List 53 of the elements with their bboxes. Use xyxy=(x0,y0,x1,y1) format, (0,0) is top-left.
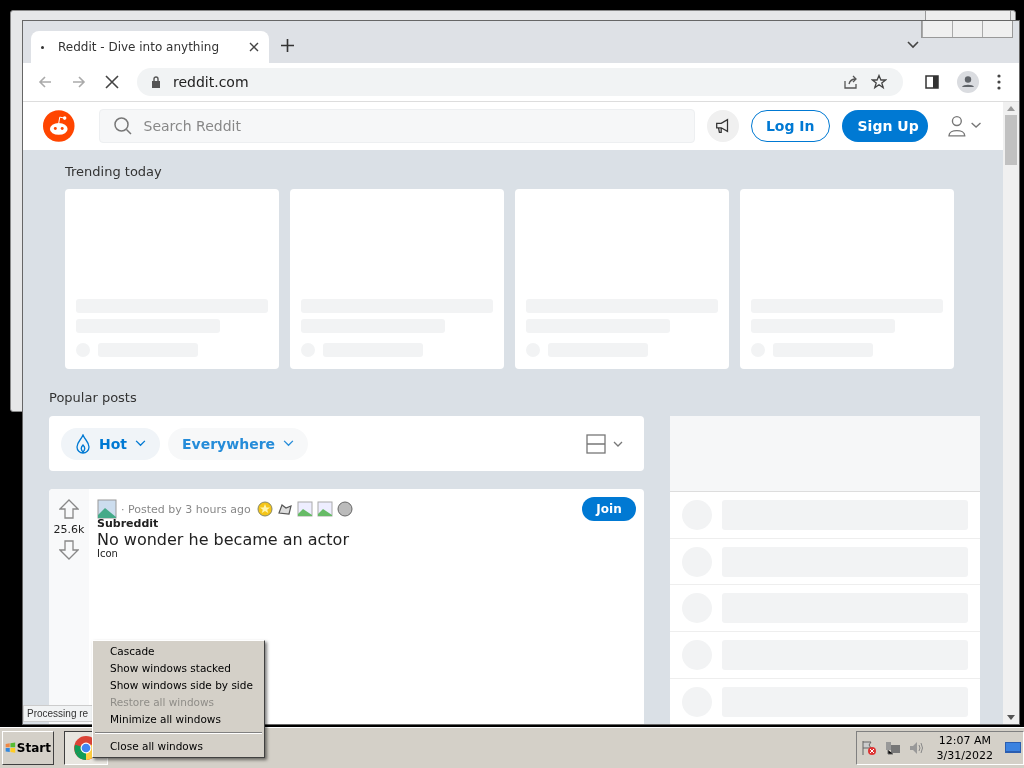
tab-search-icon[interactable] xyxy=(907,41,919,49)
profile-icon[interactable] xyxy=(957,71,979,93)
sort-button[interactable]: Hot xyxy=(61,427,161,460)
broken-image-icon xyxy=(97,499,117,519)
vote-count: 25.6k xyxy=(53,523,85,536)
start-button[interactable]: Start xyxy=(2,731,54,765)
new-tab-icon[interactable] xyxy=(281,38,294,52)
flag-error-icon[interactable] xyxy=(860,740,877,756)
caret-icon xyxy=(283,440,295,447)
browser-tab[interactable]: Reddit - Dive into anything xyxy=(31,31,269,63)
scrollbar[interactable] xyxy=(1003,102,1019,724)
address-bar[interactable]: reddit.com xyxy=(137,68,903,96)
scroll-up-icon[interactable] xyxy=(1007,106,1015,111)
log-in-button[interactable]: Log In xyxy=(750,110,830,142)
show-desktop-icon[interactable] xyxy=(1005,740,1021,756)
menu-item[interactable]: Show windows stacked xyxy=(93,660,264,677)
user-menu-icon[interactable] xyxy=(947,115,983,137)
image-alt-text: Icon xyxy=(97,548,119,559)
broken-image-icon xyxy=(316,501,333,517)
section-heading: Trending today xyxy=(65,164,163,179)
stop-icon[interactable] xyxy=(105,75,119,89)
sign-up-button[interactable]: Sign Up xyxy=(841,110,928,142)
upvote-icon[interactable] xyxy=(59,499,79,519)
join-button[interactable]: Join xyxy=(582,497,636,521)
search-field[interactable]: Search Reddit xyxy=(98,109,696,143)
search-icon xyxy=(112,116,133,136)
menu-item[interactable]: Show windows side by side xyxy=(93,677,264,694)
megaphone-icon[interactable] xyxy=(707,110,739,142)
lock-icon xyxy=(151,76,161,88)
section-heading: Popular posts xyxy=(49,390,138,405)
loading-icon xyxy=(41,45,44,49)
flame-icon xyxy=(75,433,91,454)
menu-icon[interactable] xyxy=(997,74,1001,90)
award-icon xyxy=(276,501,293,517)
menu-item[interactable]: Close all windows xyxy=(93,738,264,755)
side-panel-icon[interactable] xyxy=(925,75,939,89)
alien-logo-icon[interactable] xyxy=(43,110,75,142)
subreddit-name: Subreddit xyxy=(97,517,160,530)
share-icon[interactable] xyxy=(843,74,859,90)
windows-logo-icon xyxy=(5,740,16,756)
broken-image-icon xyxy=(296,501,313,517)
scroll-down-icon[interactable] xyxy=(1007,715,1015,720)
caret-icon xyxy=(135,440,147,447)
menu-item[interactable]: Cascade xyxy=(93,643,264,660)
post-title[interactable]: No wonder he became an actor xyxy=(97,530,636,549)
post-meta: · Posted by 3 hours ago xyxy=(121,502,251,516)
award-icon xyxy=(256,501,273,517)
close-icon[interactable] xyxy=(249,42,259,52)
network-icon[interactable] xyxy=(884,740,901,756)
scroll-thumb[interactable] xyxy=(1005,115,1017,165)
award-icon xyxy=(336,501,353,517)
downvote-icon[interactable] xyxy=(59,540,79,560)
star-icon[interactable] xyxy=(871,74,887,90)
